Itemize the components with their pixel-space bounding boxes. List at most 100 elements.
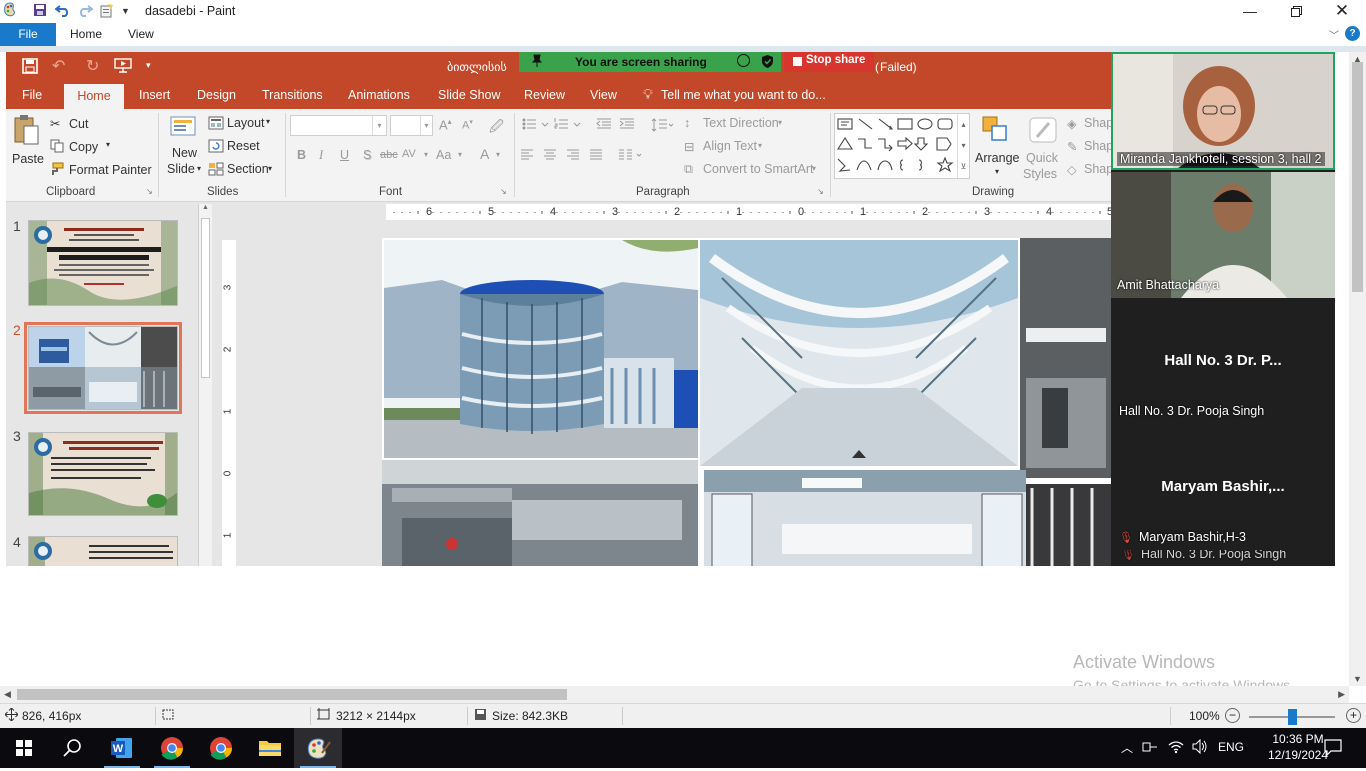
ppt-ribbon: Paste ✂ Cut Copy ▾ Format Painter Clipbo… (6, 109, 1111, 202)
italic-icon: I (319, 148, 324, 162)
screen-sharing-bar: You are screen sharing (519, 52, 781, 72)
clock[interactable]: 10:36 PM 12/19/2024 (1266, 731, 1330, 763)
layout-dropdown-icon: ▾ (266, 117, 271, 126)
align-text-label: Align Text (703, 139, 757, 153)
scroll-left-icon[interactable]: ◀ (4, 689, 11, 700)
photo-atrium-interior (700, 240, 1018, 466)
shapes-gallery-icons (836, 118, 954, 173)
paint-file-menu[interactable]: File (0, 23, 56, 46)
pause-share-icon (737, 54, 750, 67)
meeting-participants-panel: Miranda Jankhoteli, session 3, hall 2 Am… (1111, 52, 1335, 566)
stop-share-label: Stop share (806, 54, 866, 66)
quick-styles-label-1: Quick (1026, 151, 1058, 165)
ppt-tab-file: File (22, 88, 43, 102)
redo-icon[interactable] (77, 3, 94, 20)
save-icon[interactable] (33, 3, 47, 20)
text-shadow-icon: S (363, 148, 372, 162)
photo-classroom (704, 470, 1026, 566)
properties-icon[interactable] (99, 3, 115, 21)
scroll-right-icon[interactable]: ▶ (1338, 689, 1345, 700)
slide-thumbnail-1 (28, 220, 178, 306)
zoom-in-button[interactable]: + (1346, 708, 1361, 723)
tray-overflow-icon[interactable]: ︿ (1121, 739, 1133, 756)
ppt-tab-home: Home (64, 84, 124, 109)
taskbar-paint[interactable] (294, 728, 342, 768)
paragraph-group-label: Paragraph (636, 186, 690, 198)
slide-thumbnail-4 (28, 536, 178, 566)
horizontal-scroll-thumb[interactable] (17, 689, 567, 700)
shapes-scroll-down-icon: ▾ (961, 141, 966, 150)
taskbar-word[interactable]: W (98, 728, 146, 768)
format-painter-icon (50, 162, 64, 179)
group-separator (285, 113, 286, 197)
close-button[interactable]: ✕ (1319, 0, 1365, 23)
vertical-scroll-thumb[interactable] (1352, 62, 1363, 292)
copy-icon (50, 139, 64, 156)
participant-name-label: Maryam Bashir,H-3 (1138, 530, 1246, 544)
vertical-scrollbar[interactable]: ▲ ▼ (1349, 52, 1366, 686)
arrange-icon (980, 114, 1010, 147)
activate-windows-subtitle: Go to Settings to activate Windows. (1073, 677, 1294, 686)
quick-styles-label-2: Styles (1023, 167, 1058, 181)
screen-sharing-label: You are screen sharing (575, 55, 707, 69)
folder-icon (259, 741, 281, 756)
undo-icon[interactable] (54, 3, 71, 20)
participant-name-row: 🎙︎ Hall No. 3 Dr. Pooja Singh (1121, 550, 1286, 561)
ruler-v-label: 0 (222, 470, 234, 477)
ruler-h-label: 4 (1046, 206, 1053, 218)
file-size-icon (474, 708, 487, 724)
ribbon-collapse-icon[interactable]: ﹀ (1329, 27, 1339, 42)
zoom-slider-thumb[interactable] (1287, 709, 1297, 725)
participant-tile-title: Maryam Bashir,... (1161, 478, 1285, 495)
change-case-dropdown-icon: ▾ (458, 150, 463, 159)
change-case-icon: Aa (436, 148, 452, 162)
paste-label: Paste (12, 152, 44, 166)
network-wired-icon[interactable] (1142, 740, 1158, 757)
clock-date: 12/19/2024 (1267, 748, 1329, 762)
search-button[interactable] (48, 728, 96, 768)
start-button[interactable] (0, 728, 48, 768)
participant-tile-4: Maryam Bashir,... 🎙︎ Maryam Bashir,H-3 (1111, 428, 1335, 550)
notifications-icon[interactable] (1324, 739, 1342, 759)
font-name-dropdown-icon: ▾ (372, 116, 386, 135)
wifi-icon[interactable] (1168, 740, 1184, 757)
ruler-h-label: 2 (922, 206, 929, 218)
input-language[interactable]: ENG (1218, 740, 1244, 754)
participant-name-label: Miranda Jankhoteli, session 3, hall 2 (1117, 152, 1325, 166)
photo-lab-right (1020, 238, 1111, 478)
slide-number: 2 (13, 322, 21, 338)
taskbar-chrome-2[interactable] (197, 728, 245, 768)
ppt-title-left: ბითლისის (447, 60, 507, 74)
paint-statusbar: 826, 416px 3212 × 2144px Size: 842.3KB 1… (0, 703, 1366, 728)
status-separator (1170, 707, 1171, 725)
scroll-down-icon[interactable]: ▼ (1353, 674, 1362, 684)
horizontal-scrollbar[interactable]: ◀ ▶ (0, 686, 1349, 703)
restore-button[interactable] (1273, 0, 1319, 23)
ruler-h-label: 2 (674, 206, 681, 218)
qat-dropdown-icon[interactable]: ▼ (121, 6, 130, 16)
help-button[interactable]: ? (1345, 26, 1360, 41)
align-right-icon (566, 149, 580, 164)
cut-icon: ✂ (50, 117, 61, 131)
paint-view-tab[interactable]: View (128, 23, 154, 46)
ppt-undo-icon: ↶ (52, 58, 66, 75)
reset-icon (208, 139, 224, 156)
shapes-scroll: ▴ ▾ ⊻ (957, 114, 969, 178)
zoom-out-button[interactable]: − (1225, 708, 1240, 723)
taskbar-file-explorer[interactable] (246, 728, 294, 768)
paint-home-tab[interactable]: Home (70, 23, 102, 46)
volume-icon[interactable] (1192, 738, 1208, 757)
paint-menubar: File Home View ﹀ ? (0, 23, 1366, 46)
ruler-h-label: 4 (550, 206, 557, 218)
slide-number: 3 (13, 428, 21, 444)
status-separator (467, 707, 468, 725)
mic-off-icon: 🎙︎ (1121, 550, 1135, 561)
taskbar-chrome-1[interactable] (148, 728, 196, 768)
search-icon (63, 739, 81, 757)
align-left-icon (520, 149, 534, 164)
font-size-dropdown-icon: ▾ (420, 116, 432, 135)
lightbulb-icon: 💡︎ (643, 86, 653, 102)
ruler-h-label: 1 (860, 206, 867, 218)
minimize-button[interactable]: — (1227, 0, 1273, 23)
status-separator (310, 707, 311, 725)
